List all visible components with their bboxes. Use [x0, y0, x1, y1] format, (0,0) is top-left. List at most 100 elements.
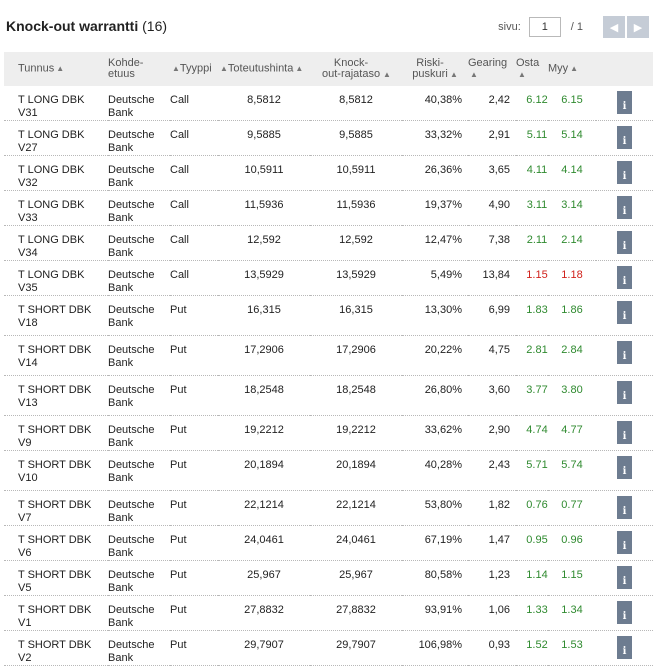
info-icon[interactable]: i [617, 91, 632, 114]
ask-price: 1.18 [548, 260, 596, 296]
table-row[interactable]: T SHORT DBK V1 Deutsche Bank Put 27,8832 27,… [4, 595, 653, 631]
info-icon[interactable]: i [617, 496, 632, 519]
bid-price: 1.83 [516, 295, 548, 336]
next-page-button[interactable]: ▶ [627, 16, 649, 38]
info-icon[interactable]: i [617, 126, 632, 149]
strike-price: 10,5911 [218, 155, 310, 191]
col-header-tyyppi[interactable]: ▲Tyyppi [170, 52, 218, 86]
info-icon[interactable]: i [617, 601, 632, 624]
warrant-type: Call [170, 190, 218, 226]
warrant-type: Call [170, 225, 218, 261]
table-row[interactable]: T SHORT DBK V5 Deutsche Bank Put 25,967 25,9… [4, 560, 653, 596]
info-icon[interactable]: i [617, 301, 632, 324]
table-row[interactable]: T SHORT DBK V14 Deutsche Bank Put 17,2906 17… [4, 335, 653, 376]
warrant-name: T LONG DBK V31 [4, 86, 108, 121]
info-icon[interactable]: i [617, 456, 632, 479]
table-row[interactable]: T LONG DBK V32 Deutsche Bank Call 10,5911 10… [4, 155, 653, 191]
sort-icon: ▲ [172, 64, 180, 74]
warrant-type: Put [170, 295, 218, 336]
col-header-tunnus[interactable]: Tunnus ▲︎ [4, 52, 108, 86]
risk-buffer: 19,37% [402, 190, 468, 226]
table-row[interactable]: T LONG DBK V35 Deutsche Bank Call 13,5929 13… [4, 260, 653, 296]
info-icon[interactable]: i [617, 421, 632, 444]
warrant-type: Call [170, 260, 218, 296]
knock-out-level: 13,5929 [310, 260, 402, 296]
table-row[interactable]: T LONG DBK V31 Deutsche Bank Call 8,5812 8,5… [4, 86, 653, 121]
page-input[interactable] [528, 17, 561, 37]
warrant-name: T LONG DBK V33 [4, 190, 108, 226]
underlying: Deutsche Bank [108, 630, 170, 666]
info-icon[interactable]: i [617, 531, 632, 554]
table-row[interactable]: T SHORT DBK V13 Deutsche Bank Put 18,2548 18… [4, 375, 653, 416]
sort-icon: ▲ [450, 69, 458, 79]
gearing-value: 7,38 [468, 225, 516, 261]
strike-price: 17,2906 [218, 335, 310, 376]
gearing-value: 3,60 [468, 375, 516, 416]
info-cell: i [596, 560, 653, 596]
ask-price: 1.15 [548, 560, 596, 596]
knock-out-level: 25,967 [310, 560, 402, 596]
info-icon[interactable]: i [617, 266, 632, 289]
info-cell: i [596, 190, 653, 226]
strike-price: 12,592 [218, 225, 310, 261]
info-icon[interactable]: i [617, 341, 632, 364]
warrant-name: T SHORT DBK V10 [4, 450, 108, 491]
sort-icon: ▲ [518, 69, 526, 79]
sort-icon: ▲ [570, 64, 579, 74]
col-header-riskipuskuri[interactable]: Riski-puskuri ▲ [402, 52, 468, 86]
info-cell: i [596, 630, 653, 666]
col-header-gearing[interactable]: Gearing▲ [468, 52, 516, 86]
info-icon[interactable]: i [617, 381, 632, 404]
gearing-value: 6,99 [468, 295, 516, 336]
bid-price: 1.14 [516, 560, 548, 596]
warrant-type: Put [170, 525, 218, 561]
table-row[interactable]: T SHORT DBK V6 Deutsche Bank Put 24,0461 24,… [4, 525, 653, 561]
strike-price: 9,5885 [218, 120, 310, 156]
prev-page-button[interactable]: ◀ [603, 16, 625, 38]
knock-out-level: 22,1214 [310, 490, 402, 526]
col-header-myy[interactable]: Myy ▲ [548, 52, 596, 86]
info-icon[interactable]: i [617, 566, 632, 589]
strike-price: 11,5936 [218, 190, 310, 226]
info-icon[interactable]: i [617, 636, 632, 659]
info-cell: i [596, 225, 653, 261]
col-header-knock-out[interactable]: Knock-out-rajataso ▲ [310, 52, 402, 86]
warrant-type: Call [170, 86, 218, 121]
warrant-name: T SHORT DBK V7 [4, 490, 108, 526]
col-header-osta[interactable]: Osta▲ [516, 52, 548, 86]
risk-buffer: 5,49% [402, 260, 468, 296]
warrant-table: Tunnus ▲︎ Kohde-etuus ▲Tyyppi ▲Toteutushi… [4, 52, 653, 666]
table-row[interactable]: T SHORT DBK V2 Deutsche Bank Put 29,7907 29,… [4, 630, 653, 666]
strike-price: 24,0461 [218, 525, 310, 561]
info-icon[interactable]: i [617, 161, 632, 184]
bid-price: 6.12 [516, 86, 548, 121]
col-header-toteutushinta[interactable]: ▲Toteutushinta ▲ [218, 52, 310, 86]
info-cell: i [596, 120, 653, 156]
table-row[interactable]: T SHORT DBK V7 Deutsche Bank Put 22,1214 22,… [4, 490, 653, 526]
bid-price: 0.95 [516, 525, 548, 561]
table-row[interactable]: T SHORT DBK V10 Deutsche Bank Put 20,1894 20… [4, 450, 653, 491]
result-count: (16) [142, 18, 168, 34]
info-icon[interactable]: i [617, 196, 632, 219]
table-row[interactable]: T LONG DBK V33 Deutsche Bank Call 11,5936 11… [4, 190, 653, 226]
warrant-type: Put [170, 595, 218, 631]
knock-out-level: 8,5812 [310, 86, 402, 121]
table-row[interactable]: T SHORT DBK V9 Deutsche Bank Put 19,2212 19,… [4, 415, 653, 451]
underlying: Deutsche Bank [108, 595, 170, 631]
table-row[interactable]: T LONG DBK V34 Deutsche Bank Call 12,592 12,… [4, 225, 653, 261]
ask-price: 4.77 [548, 415, 596, 451]
underlying: Deutsche Bank [108, 190, 170, 226]
page-label: sivu: [498, 21, 521, 33]
pagination: sivu: / 1 ◀ ▶ [498, 15, 649, 39]
info-icon[interactable]: i [617, 231, 632, 254]
warrant-type: Put [170, 490, 218, 526]
table-row[interactable]: T SHORT DBK V18 Deutsche Bank Put 16,315 16,… [4, 295, 653, 336]
ask-price: 1.34 [548, 595, 596, 631]
warrant-type: Put [170, 560, 218, 596]
strike-price: 22,1214 [218, 490, 310, 526]
col-header-kohde-etuus[interactable]: Kohde-etuus [108, 52, 170, 86]
table-row[interactable]: T LONG DBK V27 Deutsche Bank Call 9,5885 9,5… [4, 120, 653, 156]
info-cell: i [596, 490, 653, 526]
strike-price: 13,5929 [218, 260, 310, 296]
risk-buffer: 12,47% [402, 225, 468, 261]
